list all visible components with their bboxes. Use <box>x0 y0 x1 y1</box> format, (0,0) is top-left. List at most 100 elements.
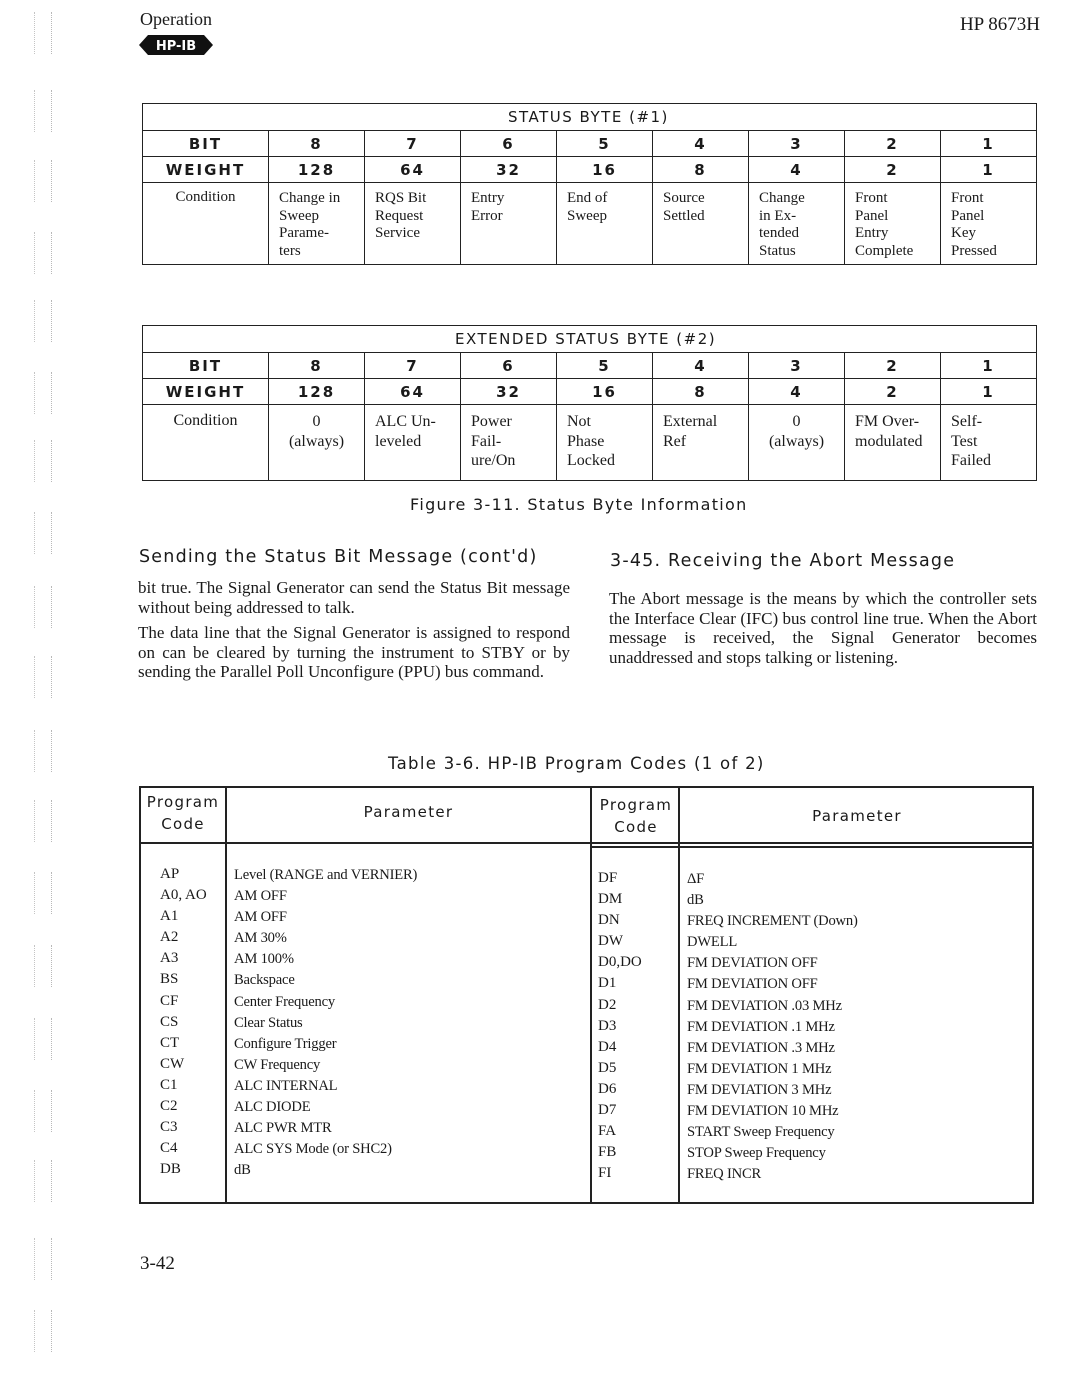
condition-line: End of <box>567 190 608 206</box>
parameter-description: Clear Status <box>234 1014 303 1031</box>
weight-cell: 8 <box>652 378 749 405</box>
condition-cell: FM Over-modulated <box>844 404 941 481</box>
condition-line: 0 <box>792 413 801 430</box>
binder-mark <box>34 586 52 628</box>
binder-mark <box>34 1018 52 1060</box>
condition-cell: Front Panel Entry Complete <box>844 182 941 265</box>
condition-cell: Self- Test Failed <box>940 404 1037 481</box>
weight-cell: 32 <box>460 378 557 405</box>
bit-cell: 7 <box>364 352 461 379</box>
weight-cell: 128 <box>268 378 365 405</box>
right-parameter-column: ΔF dB FREQ INCREMENT (Down) DWELL FM DEVIATI… <box>687 869 858 1185</box>
program-code: D7 <box>598 1102 617 1119</box>
program-code: AP <box>160 866 180 882</box>
bit-cell: 6 <box>460 130 557 157</box>
parameter-description: FM DEVIATION 3 MHz <box>687 1081 832 1098</box>
bit-cell: 6 <box>460 352 557 379</box>
header-program-code: Program Code <box>141 791 225 835</box>
bit-cell: 3 <box>748 130 845 157</box>
program-code: CT <box>160 1034 180 1051</box>
bit-cell: 8 <box>268 130 365 157</box>
condition-cell: Not Phase Locked <box>556 404 653 481</box>
parameter-description: ALC DIODE <box>234 1099 311 1116</box>
parameter-description: FM DEVIATION .1 MHz <box>687 1018 835 1035</box>
condition-line: Pressed <box>951 242 997 259</box>
binder-mark <box>34 232 52 274</box>
program-code: DW <box>598 933 623 950</box>
program-code: FB <box>598 1144 617 1161</box>
condition-cell: ALC Un-leveled <box>364 404 461 481</box>
program-code: A3 <box>160 950 179 967</box>
parameter-description: ΔF <box>687 871 705 887</box>
bit-cell: 2 <box>844 130 941 157</box>
program-code: C4 <box>160 1140 178 1157</box>
condition-line: Panel <box>951 207 985 224</box>
weight-cell: 32 <box>460 156 557 183</box>
condition-line: Not <box>567 413 591 430</box>
parameter-description: AM 30% <box>234 930 287 947</box>
parameter-description: FM DEVIATION .03 MHz <box>687 997 842 1014</box>
condition-line: ALC Un- <box>375 413 436 430</box>
condition-line: Phase <box>567 432 605 450</box>
parameter-description: DWELL <box>687 934 738 951</box>
row-label: WEIGHT <box>142 156 269 183</box>
bit-cell: 2 <box>844 352 941 379</box>
program-code: D3 <box>598 1017 617 1034</box>
table-title: STATUS BYTE (#1) <box>142 103 1037 131</box>
weight-cell: 2 <box>844 378 941 405</box>
paragraph: bit true. The Signal Generator can send … <box>138 578 570 617</box>
status-byte-1-table: STATUS BYTE (#1) BIT 8 7 6 5 4 3 2 1 WEI… <box>142 103 1037 265</box>
binder-mark <box>34 872 52 914</box>
condition-line: tended <box>759 225 799 241</box>
page-number: 3-42 <box>140 1253 175 1274</box>
program-code: DN <box>598 912 620 929</box>
program-code: DM <box>598 891 623 908</box>
left-code-column: AP A0, AO A1 A2 A3 BS CF CS CT CW C1 C2 C3 C4 DB <box>160 864 207 1180</box>
header-line: Code <box>161 815 205 833</box>
condition-line: Change in <box>279 190 341 206</box>
condition-cell: External Ref <box>652 404 749 481</box>
bit-cell: 8 <box>268 352 365 379</box>
program-code: A2 <box>160 929 179 946</box>
program-code: C2 <box>160 1098 178 1115</box>
condition-line: Test <box>951 432 978 450</box>
parameter-description: FM DEVIATION 10 MHz <box>687 1103 839 1120</box>
condition-line: ure/On <box>471 452 516 469</box>
weight-cell: 1 <box>940 156 1037 183</box>
condition-line: Self- <box>951 413 983 430</box>
parameter-description: AM OFF <box>234 909 287 926</box>
program-code: C3 <box>160 1119 178 1136</box>
condition-line: Entry <box>471 190 505 206</box>
condition-line: Sweep <box>279 207 319 224</box>
binder-mark <box>34 372 52 414</box>
bit-cell: 4 <box>652 352 749 379</box>
condition-line: Fail- <box>471 432 502 450</box>
parameter-description: dB <box>687 892 704 909</box>
program-code: BS <box>160 971 179 988</box>
row-label: BIT <box>142 130 269 157</box>
condition-row: Condition 0 (always) ALC Un-leveled Power… <box>142 404 1037 481</box>
condition-line: Sweep <box>567 207 607 224</box>
weight-cell: 64 <box>364 378 461 405</box>
binder-mark <box>34 945 52 987</box>
binder-mark <box>34 1090 52 1132</box>
weight-row: WEIGHT 128 64 32 16 8 4 2 1 <box>142 378 1037 405</box>
condition-line: Status <box>759 242 796 259</box>
program-code: CF <box>160 992 179 1009</box>
weight-cell: 4 <box>748 156 845 183</box>
row-label: WEIGHT <box>142 378 269 405</box>
parameter-description: FM DEVIATION OFF <box>687 955 818 972</box>
parameter-description: Configure Trigger <box>234 1035 337 1052</box>
condition-line: External <box>663 413 718 430</box>
paragraph: The Abort message is the means by which … <box>609 589 1037 667</box>
program-code: D0,DO <box>598 954 642 971</box>
weight-cell: 1 <box>940 378 1037 405</box>
condition-cell: Entry Error <box>460 182 557 265</box>
weight-cell: 8 <box>652 156 749 183</box>
left-parameter-column: Level (RANGE and VERNIER) AM OFF AM OFF AM … <box>234 865 417 1181</box>
section-heading-abort-message: 3-45. Receiving the Abort Message <box>610 551 956 571</box>
row-label: Condition <box>142 404 269 481</box>
status-byte-2-table: EXTENDED STATUS BYTE (#2) BIT 8 7 6 5 4 … <box>142 325 1037 481</box>
header-parameter: Parameter <box>363 803 454 821</box>
condition-line: Entry <box>855 225 889 241</box>
